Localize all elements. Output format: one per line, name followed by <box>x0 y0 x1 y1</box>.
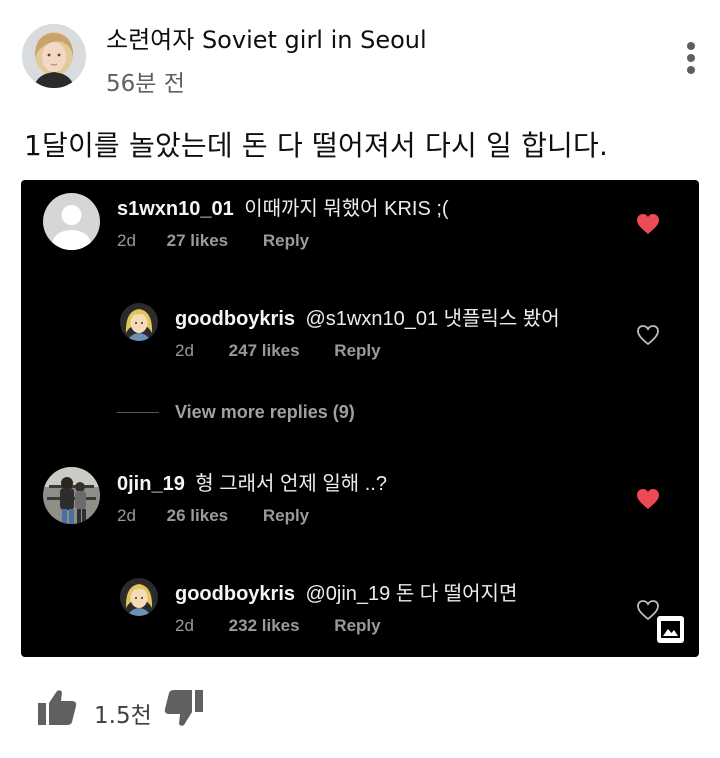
like-count: 1.5천 <box>94 703 152 729</box>
comment-meta: 2d 26 likes Reply <box>117 506 309 526</box>
reply-likes: 247 likes <box>228 341 300 360</box>
view-more-divider <box>117 412 159 413</box>
reply-age: 2d <box>175 341 194 360</box>
heart-filled-icon <box>636 488 662 512</box>
channel-avatar[interactable] <box>22 24 86 88</box>
reply-button: Reply <box>262 231 310 250</box>
thumb-down-icon[interactable] <box>162 688 206 730</box>
comment-text: 형 그래서 언제 일해 ..? <box>195 473 387 495</box>
reply-button: Reply <box>262 506 310 525</box>
comment-meta: 2d 27 likes Reply <box>117 231 309 251</box>
thumb-up-icon[interactable] <box>36 688 78 728</box>
comment-age: 2d <box>117 506 136 525</box>
reply-text: @s1wxn10_01 냇플릭스 봤어 <box>305 308 560 330</box>
community-post: 소련여자 Soviet girl in Seoul 56분 전 1달이를 놀았는… <box>0 0 720 758</box>
more-vert-icon[interactable] <box>676 38 706 78</box>
reply-meta: 2d 232 likes Reply <box>175 616 381 636</box>
reply-text: @0jin_19 돈 다 떨어지면 <box>305 583 518 605</box>
reply-age: 2d <box>175 616 194 635</box>
comment-text: 이때까지 뭐했어 KRIS ;( <box>244 198 449 220</box>
heart-outline-icon <box>636 324 662 348</box>
view-more-replies: View more replies (9) <box>175 402 355 422</box>
reply-line: goodboykris @s1wxn10_01 냇플릭스 봤어 <box>175 302 560 331</box>
reply-avatar <box>120 578 158 616</box>
comment-likes: 27 likes <box>166 231 229 250</box>
comment-line: 0jin_19 형 그래서 언제 일해 ..? <box>117 467 387 496</box>
comment-username: s1wxn10_01 <box>117 198 234 220</box>
reply-meta: 2d 247 likes Reply <box>175 341 381 361</box>
post-header: 소련여자 Soviet girl in Seoul 56분 전 <box>0 0 720 110</box>
commenter-avatar <box>43 193 100 250</box>
post-actions: 1.5천 <box>0 680 720 750</box>
image-gallery-icon <box>657 616 684 643</box>
comment-likes: 26 likes <box>166 506 229 525</box>
comment-line: s1wxn10_01 이때까지 뭐했어 KRIS ;( <box>117 192 449 221</box>
comment-age: 2d <box>117 231 136 250</box>
post-image[interactable]: s1wxn10_01 이때까지 뭐했어 KRIS ;( 2d 27 likes … <box>21 180 699 657</box>
post-timestamp: 56분 전 <box>106 71 185 97</box>
reply-line: goodboykris @0jin_19 돈 다 떨어지면 <box>175 577 517 606</box>
heart-filled-icon <box>636 213 662 237</box>
channel-name[interactable]: 소련여자 Soviet girl in Seoul <box>106 20 427 55</box>
reply-username: goodboykris <box>175 308 296 330</box>
reply-button: Reply <box>334 341 381 360</box>
comment-username: 0jin_19 <box>117 473 185 495</box>
reply-button: Reply <box>334 616 381 635</box>
reply-avatar <box>120 303 158 341</box>
reply-username: goodboykris <box>175 583 296 605</box>
commenter-avatar <box>43 467 100 524</box>
reply-likes: 232 likes <box>228 616 300 635</box>
post-text: 1달이를 놀았는데 돈 다 떨어져서 다시 일 합니다. <box>24 129 609 162</box>
